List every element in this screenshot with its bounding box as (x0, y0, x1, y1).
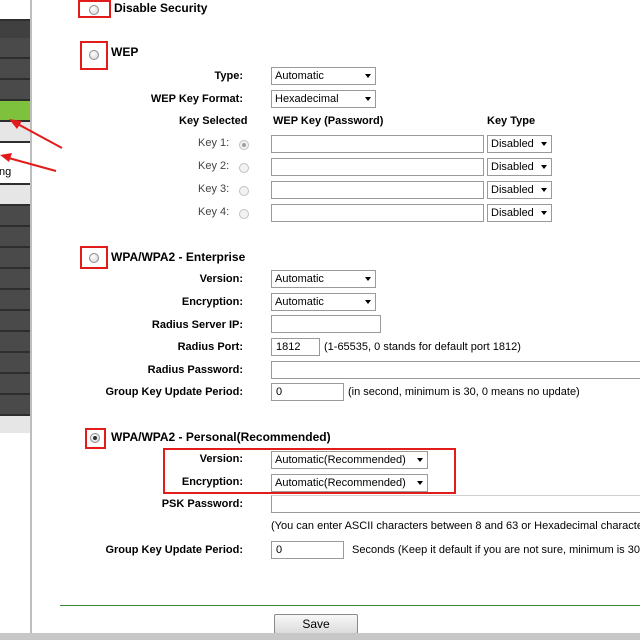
personal-label: WPA/WPA2 - Personal(Recommended) (111, 430, 331, 444)
enterprise-encryption-label: Encryption: (181, 296, 243, 308)
radius-password-label: Radius Password: (147, 364, 243, 376)
key-1-input[interactable] (271, 135, 484, 153)
sidebar-item[interactable] (0, 290, 30, 311)
psk-password-input[interactable] (271, 495, 640, 513)
column-header-key-type: Key Type (487, 115, 536, 127)
disable-security-label: Disable Security (114, 1, 208, 15)
key-2-label: Key 2: (198, 160, 230, 172)
enterprise-encryption-select[interactable]: Automatic (271, 293, 376, 311)
wep-label: WEP (111, 45, 139, 59)
sidebar-item[interactable] (0, 374, 30, 395)
chevron-down-icon (365, 277, 371, 281)
wep-radio[interactable] (89, 50, 99, 60)
sidebar-item[interactable] (0, 206, 30, 227)
radius-password-input[interactable] (271, 361, 640, 379)
key-2-radio[interactable] (239, 163, 249, 173)
save-button[interactable]: Save (274, 614, 358, 634)
window-bottom-edge (0, 633, 640, 640)
sidebar-item[interactable] (0, 353, 30, 374)
key-1-label: Key 1: (198, 137, 230, 149)
chevron-down-icon (541, 142, 547, 146)
key-1-type-select[interactable]: Disabled (487, 135, 552, 153)
disable-security-radio[interactable] (89, 5, 99, 15)
chevron-down-icon (541, 165, 547, 169)
key-2-input[interactable] (271, 158, 484, 176)
enterprise-group-key-hint: (in second, minimum is 30, 0 means no up… (348, 386, 580, 398)
wep-type-label: Type: (214, 70, 243, 82)
divider-line (60, 605, 640, 606)
personal-version-select[interactable]: Automatic(Recommended) (271, 451, 428, 469)
personal-encryption-select[interactable]: Automatic(Recommended) (271, 474, 428, 492)
sidebar-item[interactable] (0, 248, 30, 269)
radius-ip-label: Radius Server IP: (151, 319, 243, 331)
sidebar-item[interactable] (0, 395, 30, 416)
key-3-input[interactable] (271, 181, 484, 199)
wep-format-select[interactable]: Hexadecimal (271, 90, 376, 108)
key-2-type-select[interactable]: Disabled (487, 158, 552, 176)
key-4-type-select[interactable]: Disabled (487, 204, 552, 222)
sidebar-subitem[interactable] (0, 185, 30, 206)
enterprise-version-select[interactable]: Automatic (271, 270, 376, 288)
personal-radio[interactable] (90, 433, 100, 443)
psk-hint: (You can enter ASCII characters between … (271, 520, 640, 532)
enterprise-version-label: Version: (199, 273, 243, 285)
sidebar-item[interactable] (0, 227, 30, 248)
wep-type-select[interactable]: Automatic (271, 67, 376, 85)
chevron-down-icon (365, 300, 371, 304)
sidebar-item[interactable] (0, 269, 30, 290)
psk-password-label: PSK Password: (161, 498, 243, 510)
personal-group-key-input[interactable]: 0 (271, 541, 344, 559)
enterprise-label: WPA/WPA2 - Enterprise (111, 250, 246, 264)
chevron-down-icon (417, 481, 423, 485)
radius-port-hint: (1-65535, 0 stands for default port 1812… (324, 341, 521, 353)
key-4-label: Key 4: (198, 206, 230, 218)
personal-encryption-label: Encryption: (181, 476, 243, 488)
column-header-key-selected: Key Selected (179, 115, 248, 127)
enterprise-group-key-input[interactable]: 0 (271, 383, 344, 401)
annotation-arrows (0, 119, 63, 172)
enterprise-radio[interactable] (89, 253, 99, 263)
radius-port-label: Radius Port: (177, 341, 243, 353)
key-3-type-select[interactable]: Disabled (487, 181, 552, 199)
key-3-radio[interactable] (239, 186, 249, 196)
chevron-down-icon (541, 211, 547, 215)
sidebar-item[interactable] (0, 332, 30, 353)
radius-ip-input[interactable] (271, 315, 381, 333)
key-3-label: Key 3: (198, 183, 230, 195)
chevron-down-icon (541, 188, 547, 192)
enterprise-group-key-label: Group Key Update Period: (105, 386, 243, 398)
sidebar-empty (0, 433, 30, 633)
chevron-down-icon (365, 74, 371, 78)
wep-format-label: WEP Key Format: (150, 93, 243, 105)
chevron-down-icon (417, 458, 423, 462)
column-header-wep-key: WEP Key (Password) (273, 115, 384, 127)
personal-group-key-label: Group Key Update Period: (105, 544, 243, 556)
chevron-down-icon (365, 97, 371, 101)
personal-group-key-hint: Seconds (Keep it default if you are not … (352, 544, 640, 556)
key-4-radio[interactable] (239, 209, 249, 219)
sidebar-item[interactable] (0, 311, 30, 332)
key-4-input[interactable] (271, 204, 484, 222)
personal-version-label: Version: (199, 453, 243, 465)
radius-port-input[interactable]: 1812 (271, 338, 320, 356)
key-1-radio[interactable] (239, 140, 249, 150)
